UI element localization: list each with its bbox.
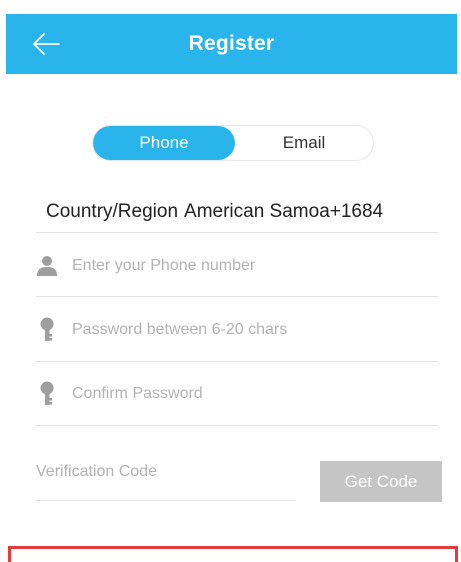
confirm-password-input[interactable] <box>72 385 438 403</box>
page-title: Register <box>188 32 275 55</box>
key-icon <box>36 381 58 406</box>
country-region-value: American Samoa+1684 <box>184 201 384 222</box>
register-screen: Register Phone Email Country/Region Amer… <box>0 0 461 562</box>
divider <box>36 425 438 426</box>
get-code-button[interactable]: Get Code <box>320 461 442 502</box>
country-region-label: Country/Region <box>46 201 179 222</box>
password-input[interactable] <box>72 321 438 339</box>
phone-number-input[interactable] <box>72 257 438 275</box>
tab-phone[interactable]: Phone <box>93 126 235 160</box>
divider <box>36 500 296 501</box>
user-icon <box>36 254 58 278</box>
password-field-row <box>36 310 438 350</box>
divider <box>36 361 438 362</box>
key-icon <box>36 317 58 342</box>
header-bar: Register <box>6 14 457 74</box>
highlight-box <box>8 546 458 562</box>
country-region-selector[interactable]: Country/Region American Samoa+1684 <box>46 196 446 228</box>
verification-code-row <box>36 456 296 488</box>
register-method-toggle: Phone Email <box>93 126 373 160</box>
tab-email[interactable]: Email <box>235 126 373 160</box>
phone-field-row <box>36 246 438 286</box>
back-button[interactable] <box>28 26 64 62</box>
arrow-left-icon <box>33 33 60 55</box>
confirm-password-field-row <box>36 374 438 414</box>
verification-code-input[interactable] <box>36 456 296 488</box>
divider <box>36 296 438 297</box>
divider <box>36 232 438 233</box>
